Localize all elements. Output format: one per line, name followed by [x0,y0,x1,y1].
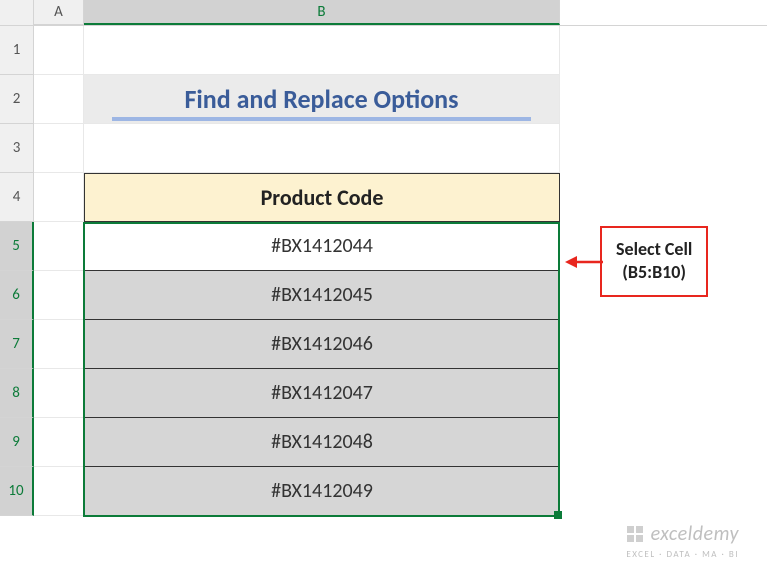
callout-line2: (B5:B10) [616,261,692,284]
cell-B2-title[interactable]: Find and Replace Options [84,75,560,124]
column-headers: A B [0,0,767,26]
callout-line1: Select Cell [616,238,692,261]
cell-B3[interactable] [84,124,560,173]
cell-B9[interactable]: #BX1412048 [84,418,560,467]
cell-B8[interactable]: #BX1412047 [84,369,560,418]
cell-B5[interactable]: #BX1412044 [84,222,560,271]
cell-A10[interactable] [34,467,84,516]
column-header-A[interactable]: A [34,0,84,25]
cell-B1[interactable] [84,26,560,75]
watermark-brand: exceldemy [651,522,739,546]
cell-A1[interactable] [34,26,84,75]
cell-B6[interactable]: #BX1412045 [84,271,560,320]
callout-box: Select Cell (B5:B10) [600,226,708,297]
cell-A8[interactable] [34,369,84,418]
cell-A3[interactable] [34,124,84,173]
row-header-5[interactable]: 5 [0,222,34,271]
cell-A9[interactable] [34,418,84,467]
spreadsheet: A B 1 2 3 4 5 6 7 8 9 10 Find and Replac… [0,0,767,570]
row-header-2[interactable]: 2 [0,75,34,124]
watermark: exceldemy EXCEL · DATA · MA · BI [625,522,739,560]
row-header-8[interactable]: 8 [0,369,34,418]
watermark-logo-icon [625,524,645,549]
select-all-corner[interactable] [0,0,34,26]
row-header-7[interactable]: 7 [0,320,34,369]
row-header-10[interactable]: 10 [0,467,34,516]
cell-A5[interactable] [34,222,84,271]
callout-arrow-icon [565,254,605,270]
watermark-tagline: EXCEL · DATA · MA · BI [625,549,739,560]
cell-A4[interactable] [34,173,84,222]
row-header-6[interactable]: 6 [0,271,34,320]
row-header-1[interactable]: 1 [0,26,34,75]
column-header-B[interactable]: B [84,0,560,25]
cell-B7[interactable]: #BX1412046 [84,320,560,369]
title-underline [112,117,531,121]
cell-A2[interactable] [34,75,84,124]
row-header-3[interactable]: 3 [0,124,34,173]
cell-B4-header[interactable]: Product Code [84,173,560,222]
cell-A7[interactable] [34,320,84,369]
row-header-4[interactable]: 4 [0,173,34,222]
row-headers: 1 2 3 4 5 6 7 8 9 10 [0,26,34,516]
title-text: Find and Replace Options [184,83,458,115]
grid: Find and Replace Options Product Code #B… [34,26,560,516]
cell-B10[interactable]: #BX1412049 [84,467,560,516]
row-header-9[interactable]: 9 [0,418,34,467]
cell-A6[interactable] [34,271,84,320]
